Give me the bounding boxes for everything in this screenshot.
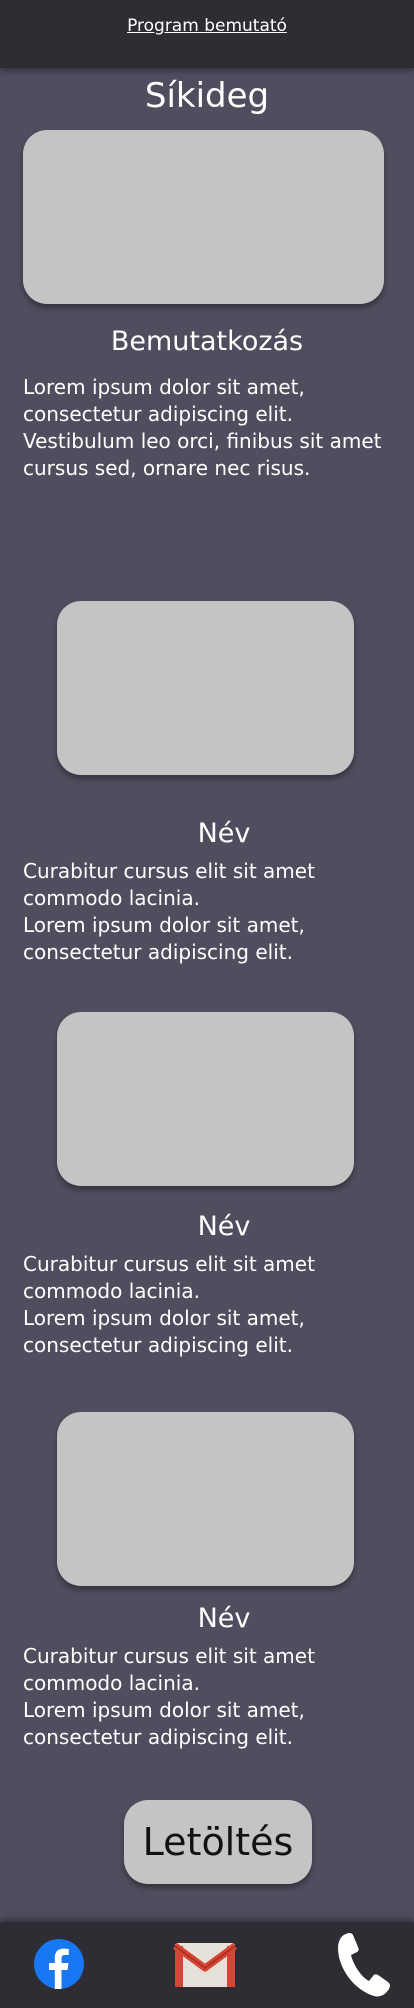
member-photo-placeholder <box>57 601 354 775</box>
hero-image-placeholder <box>23 130 384 304</box>
gmail-icon[interactable] <box>172 1940 238 1990</box>
member-name: Név <box>197 1603 251 1634</box>
member-text-line: Lorem ipsum dolor sit amet, consectetur … <box>23 1306 305 1357</box>
bottom-contact-bar <box>0 1922 414 2008</box>
program-link[interactable]: Program bemutató <box>127 16 287 36</box>
member-text-line: Curabitur cursus elit sit amet commodo l… <box>23 1644 315 1695</box>
member-text-line: Lorem ipsum dolor sit amet, consectetur … <box>23 1698 305 1749</box>
download-button[interactable]: Letöltés <box>124 1800 312 1884</box>
member-text: Curabitur cursus elit sit amet commodo l… <box>23 858 395 966</box>
member-photo-placeholder <box>57 1412 354 1586</box>
member-text-line: Lorem ipsum dolor sit amet, consectetur … <box>23 913 305 964</box>
intro-text: Lorem ipsum dolor sit amet, consectetur … <box>23 375 382 480</box>
facebook-icon[interactable] <box>34 1939 84 1989</box>
intro-heading: Bemutatkozás <box>110 326 304 357</box>
member-text-line: Curabitur cursus elit sit amet commodo l… <box>23 1252 315 1303</box>
member-text: Curabitur cursus elit sit amet commodo l… <box>23 1643 395 1751</box>
top-nav-bar: Program bemutató <box>0 0 414 68</box>
member-text: Curabitur cursus elit sit amet commodo l… <box>23 1251 395 1359</box>
member-photo-placeholder <box>57 1012 354 1186</box>
member-name: Név <box>197 1211 251 1242</box>
member-text-line: Curabitur cursus elit sit amet commodo l… <box>23 859 315 910</box>
member-name: Név <box>197 818 251 849</box>
phone-icon[interactable] <box>336 1930 392 1998</box>
page-title: Síkideg <box>144 76 270 116</box>
